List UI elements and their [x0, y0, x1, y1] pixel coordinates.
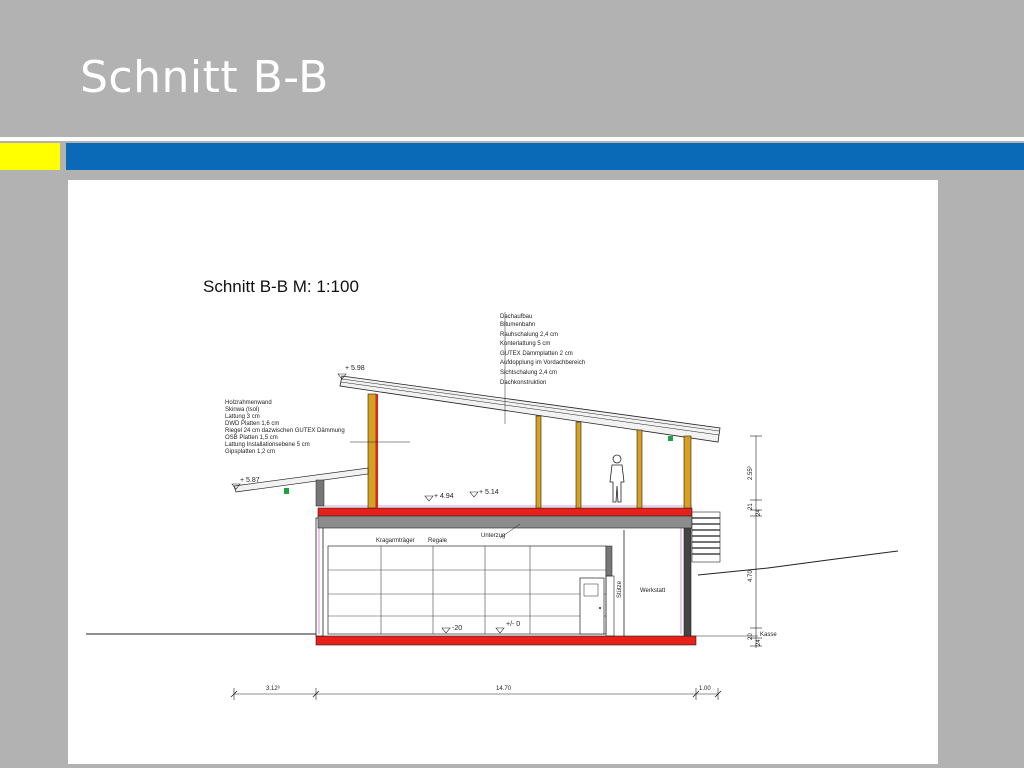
level-ground: +/- 0: [506, 621, 520, 628]
header-divider-line: [0, 137, 1024, 141]
label-cantilever: Kragarmträger: [376, 538, 415, 544]
shelving-grid: [327, 545, 613, 635]
level-canopy: + 5.87: [240, 477, 260, 484]
label-workshop: Werkstatt: [640, 588, 666, 594]
wall-layer-5: OSB Platten 1,5 cm: [225, 435, 278, 441]
hdim-0: 3.12³: [266, 686, 280, 692]
roof-layer-4: GUTEX Dämmplatten 2 cm: [500, 351, 573, 357]
foundation-slab: [315, 635, 697, 646]
roof-layer-2: Rauhschalung 2,4 cm: [500, 332, 558, 338]
section-drawing-panel: Schnitt B-B M: 1:100 + 5.98 + 5.87 + 4.9…: [68, 180, 938, 764]
roof-layer-5: Aufdopplung im Vordachbereich: [500, 360, 585, 366]
vdim-4: 20: [748, 633, 754, 640]
door: [579, 577, 605, 635]
wall-layer-4: Riegel 24 cm dazwischen GUTEX Dämmung: [225, 428, 345, 434]
roof-layer-6: Sichtschalung 2,4 cm: [500, 370, 557, 376]
wall-layer-7: Gipsplatten 1,2 cm: [225, 449, 275, 455]
roof-layer-3: Konterlattung 5 cm: [500, 341, 550, 347]
horizontal-dimension-chain: 3.12³ 14.70 1.00: [230, 686, 722, 700]
level-upper-floor-top: + 5.14: [479, 489, 499, 496]
wall-layer-6: Lattung Installationsebene 5 cm: [225, 442, 310, 448]
vertical-dimension-chain: 2.55³ 21 24 4.70 20 24 Kasse: [748, 435, 777, 648]
vdim-3: 4.70: [748, 570, 754, 582]
label-shelves: Regale: [428, 538, 448, 544]
wall-layer-1: Skinwa (Isol): [225, 407, 259, 413]
wall-layer-2: Lattung 3 cm: [225, 414, 260, 420]
canopy-roof: [233, 467, 369, 507]
roof-green-marker: [668, 436, 673, 441]
section-drawing: Schnitt B-B M: 1:100 + 5.98 + 5.87 + 4.9…: [86, 277, 899, 700]
roof-layer-0: Dachaufbau: [500, 314, 532, 320]
label-column: Stütze: [617, 580, 623, 598]
hdim-1: 14.70: [496, 686, 512, 692]
wall-layer-0: Holzrahmenwand: [225, 400, 272, 406]
upper-floor-slab: [317, 505, 693, 529]
ground-line: [86, 550, 899, 637]
roof-layer-1: Bitumenbahn: [500, 322, 535, 328]
label-beam: Unterzug: [481, 533, 505, 539]
vdim-1: 21: [748, 503, 754, 510]
roof-layer-7: Dachkonstruktion: [500, 380, 546, 386]
wall-layer-3: DWD Platten 1,6 cm: [225, 421, 279, 427]
wall-layers-annotation: Holzrahmenwand Skinwa (Isol) Lattung 3 c…: [225, 400, 410, 455]
level-upper-floor: + 4.94: [434, 493, 454, 500]
hdim-2: 1.00: [699, 686, 711, 692]
vdim-0: 2.55³: [748, 466, 754, 480]
vdim-5: 24: [756, 639, 762, 646]
level-ridge: + 5.98: [345, 365, 365, 372]
vdim-2: 24: [756, 509, 762, 516]
level-lower-floor: -20: [452, 625, 462, 632]
drawing-heading: Schnitt B-B M: 1:100: [203, 277, 359, 296]
partition-post: [605, 575, 615, 637]
exterior-stairs: [691, 511, 721, 563]
slide-title: Schnitt B-B: [80, 52, 329, 103]
label-section-room: Kasse: [760, 632, 777, 638]
accent-bar-blue: [66, 143, 1024, 170]
accent-bar-yellow: [0, 143, 60, 170]
person-silhouette: [609, 454, 625, 503]
